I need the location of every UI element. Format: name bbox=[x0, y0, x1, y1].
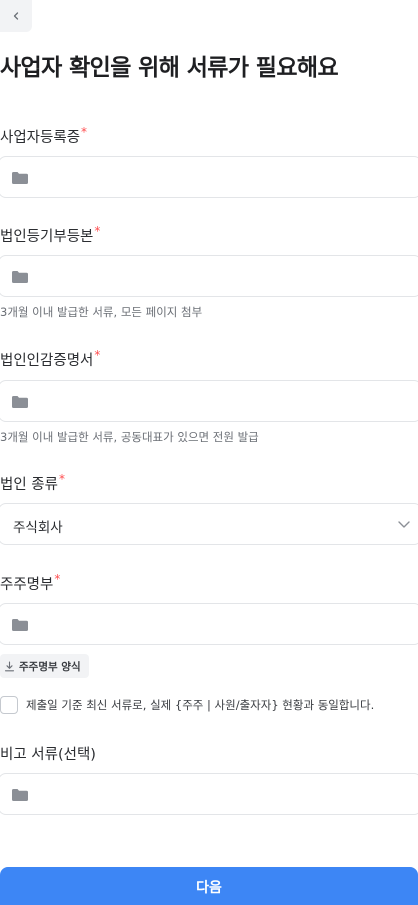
shareholder-list-upload[interactable] bbox=[0, 603, 418, 645]
folder-icon bbox=[12, 789, 28, 801]
download-label: 주주명부 양식 bbox=[19, 660, 81, 673]
shareholder-list-label: 주주명부* bbox=[0, 572, 61, 593]
seal-certificate-hint: 3개월 이내 발급한 서류, 공동대표가 있으면 전원 발급 bbox=[0, 430, 259, 444]
back-button[interactable] bbox=[0, 0, 32, 32]
folder-icon bbox=[12, 619, 28, 631]
corporate-registry-upload[interactable] bbox=[0, 255, 418, 297]
chevron-down-icon bbox=[398, 521, 410, 528]
next-button[interactable]: 다음 bbox=[0, 867, 418, 905]
page-title: 사업자 확인을 위해 서류가 필요해요 bbox=[0, 55, 339, 81]
required-mark: * bbox=[94, 224, 101, 238]
confirm-row[interactable]: 제출일 기준 최신 서류로, 실제 {주주 | 사원/출자자} 현황과 동일합니… bbox=[0, 696, 374, 714]
required-mark: * bbox=[58, 472, 65, 486]
shareholder-template-download-button[interactable]: 주주명부 양식 bbox=[0, 654, 89, 678]
corporate-registry-hint: 3개월 이내 발급한 서류, 모든 페이지 첨부 bbox=[0, 305, 203, 319]
required-mark: * bbox=[54, 572, 61, 586]
chevron-left-icon bbox=[13, 12, 19, 20]
confirm-text: 제출일 기준 최신 서류로, 실제 {주주 | 사원/출자자} 현황과 동일합니… bbox=[26, 698, 375, 712]
corporation-type-select[interactable]: 주식회사 bbox=[0, 503, 418, 545]
seal-certificate-upload[interactable] bbox=[0, 380, 418, 422]
seal-certificate-label: 법인인감증명서* bbox=[0, 348, 101, 369]
confirm-checkbox[interactable] bbox=[0, 696, 18, 714]
remarks-upload[interactable] bbox=[0, 773, 418, 815]
download-icon bbox=[4, 660, 15, 671]
required-mark: * bbox=[81, 125, 88, 139]
folder-icon bbox=[12, 172, 28, 184]
corporation-type-value: 주식회사 bbox=[13, 520, 63, 536]
corporate-registry-label: 법인등기부등본* bbox=[0, 224, 101, 245]
folder-icon bbox=[12, 396, 28, 408]
required-mark: * bbox=[94, 348, 101, 362]
business-registration-upload[interactable] bbox=[0, 156, 418, 198]
corporation-type-label: 법인 종류* bbox=[0, 472, 65, 493]
remarks-label: 비고 서류(선택) bbox=[0, 747, 96, 763]
business-registration-label: 사업자등록증* bbox=[0, 125, 88, 146]
folder-icon bbox=[12, 271, 28, 283]
